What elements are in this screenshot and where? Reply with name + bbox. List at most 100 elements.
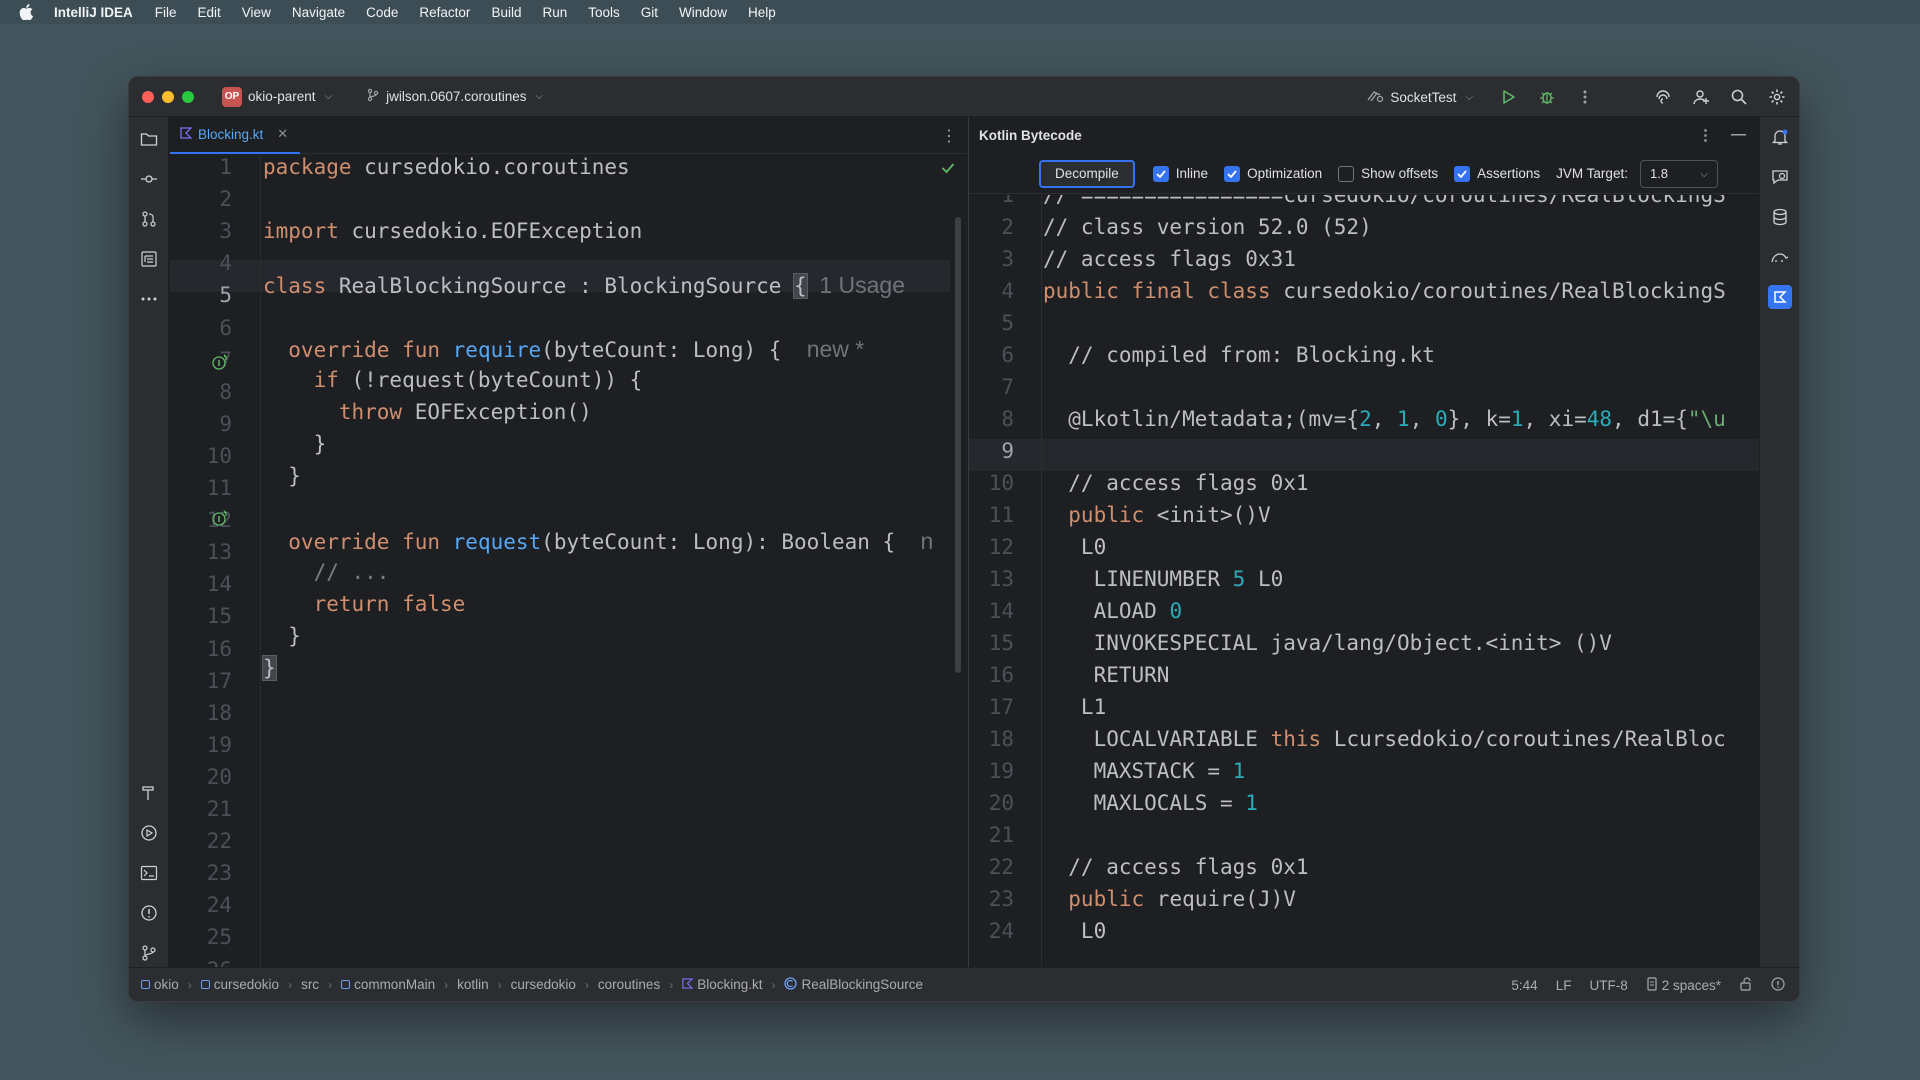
more-actions-icon[interactable]	[1575, 87, 1595, 107]
line-number[interactable]: 3	[170, 219, 232, 243]
inspections-icon[interactable]	[1771, 976, 1785, 994]
line-number[interactable]: 22	[170, 829, 232, 853]
menu-build[interactable]: Build	[491, 5, 521, 20]
optimization-checkbox[interactable]: Optimization	[1224, 165, 1322, 182]
line-number[interactable]: 4	[170, 251, 232, 275]
line-number[interactable]: 4	[969, 279, 1014, 303]
menu-help[interactable]: Help	[748, 5, 776, 20]
search-icon[interactable]	[1729, 87, 1749, 107]
kotlin-bytecode-icon[interactable]	[1768, 285, 1792, 309]
line-number[interactable]: 8	[170, 380, 232, 404]
line-number[interactable]: 14	[969, 599, 1014, 623]
line-number[interactable]: 15	[170, 604, 232, 628]
indent-widget[interactable]: 2 spaces*	[1646, 976, 1721, 994]
pull-requests-icon[interactable]	[139, 209, 159, 229]
line-number[interactable]: 18	[969, 727, 1014, 751]
line-number[interactable]: 2	[969, 215, 1014, 239]
line-number[interactable]: 18	[170, 701, 232, 725]
breadcrumb-item-kotlin[interactable]: kotlin	[457, 977, 489, 992]
caret-position[interactable]: 5:44	[1511, 978, 1537, 993]
editor-tab-blocking-kt[interactable]: Blocking.kt ✕	[170, 117, 301, 154]
git-icon[interactable]	[139, 943, 159, 963]
apple-icon[interactable]	[16, 2, 36, 22]
line-number[interactable]: 5	[969, 311, 1014, 335]
usages-inlay-hint[interactable]: 1 Usage	[819, 272, 905, 298]
line-number[interactable]: 20	[969, 791, 1014, 815]
line-number[interactable]: 9	[969, 439, 1014, 463]
line-number[interactable]: 19	[170, 733, 232, 757]
debug-icon[interactable]	[1537, 87, 1557, 107]
minimize-icon[interactable]: —	[1731, 126, 1746, 144]
line-number[interactable]: 8	[969, 407, 1014, 431]
line-number[interactable]: 13	[969, 567, 1014, 591]
branch-selector[interactable]: jwilson.0607.coroutines ⌵	[366, 88, 543, 105]
line-number[interactable]: 12	[969, 535, 1014, 559]
breadcrumb-item-okio[interactable]: okio	[141, 977, 179, 992]
line-separator[interactable]: LF	[1556, 978, 1572, 993]
show-offsets-checkbox[interactable]: Show offsets	[1338, 165, 1438, 182]
line-number[interactable]: 1	[969, 195, 1014, 207]
line-number[interactable]: 21	[969, 823, 1014, 847]
project-folder-icon[interactable]	[139, 129, 159, 149]
close-window-button[interactable]	[142, 90, 154, 103]
problems-icon[interactable]	[139, 903, 159, 923]
zoom-window-button[interactable]	[182, 90, 194, 103]
services-icon[interactable]	[139, 823, 159, 843]
line-number[interactable]: 5	[170, 283, 232, 307]
line-number[interactable]: 16	[969, 663, 1014, 687]
notifications-icon[interactable]	[1768, 125, 1792, 149]
menu-edit[interactable]: Edit	[198, 5, 221, 20]
line-number[interactable]: 23	[969, 887, 1014, 911]
file-encoding[interactable]: UTF-8	[1589, 978, 1627, 993]
app-name-menu[interactable]: IntelliJ IDEA	[54, 5, 133, 20]
line-number[interactable]: 24	[969, 919, 1014, 943]
line-number[interactable]: 2	[170, 187, 232, 211]
line-number[interactable]: 6	[170, 316, 232, 340]
vertical-scrollbar[interactable]	[955, 217, 961, 673]
menu-view[interactable]: View	[242, 5, 271, 20]
options-icon[interactable]: ⋮	[1698, 126, 1713, 144]
close-tab-icon[interactable]: ✕	[277, 126, 288, 142]
ai-assistant-icon[interactable]	[1653, 87, 1673, 107]
line-number[interactable]: 21	[170, 797, 232, 821]
line-number[interactable]: 10	[170, 444, 232, 468]
menu-tools[interactable]: Tools	[588, 5, 620, 20]
line-number[interactable]: 25	[170, 925, 232, 949]
line-number[interactable]: 6	[969, 343, 1014, 367]
line-number[interactable]: 20	[170, 765, 232, 789]
more-tools-icon[interactable]	[139, 289, 159, 309]
line-number[interactable]: 19	[969, 759, 1014, 783]
commit-icon[interactable]	[139, 169, 159, 189]
line-number[interactable]: 3	[969, 247, 1014, 271]
tab-options-icon[interactable]: ⋮	[941, 126, 957, 146]
author-inlay-hint[interactable]: n	[920, 528, 933, 554]
implements-method-icon[interactable]	[210, 508, 230, 528]
breadcrumb-item-cursedokio[interactable]: cursedokio	[200, 977, 279, 992]
menu-navigate[interactable]: Navigate	[292, 5, 345, 20]
project-selector[interactable]: OP okio-parent ⌵	[222, 86, 332, 107]
menu-refactor[interactable]: Refactor	[419, 5, 470, 20]
code-area[interactable]: 1234567891011121314151617181920212223242…	[170, 155, 967, 969]
line-number[interactable]: 17	[170, 669, 232, 693]
inline-checkbox[interactable]: Inline	[1152, 165, 1208, 182]
line-number[interactable]: 17	[969, 695, 1014, 719]
add-user-icon[interactable]	[1691, 87, 1711, 107]
line-number[interactable]: 23	[170, 861, 232, 885]
build-hammer-icon[interactable]	[139, 783, 159, 803]
breadcrumb-item-commonmain[interactable]: commonMain	[341, 977, 435, 992]
line-number[interactable]: 15	[969, 631, 1014, 655]
jvm-target-select[interactable]: 1.8 ⌵	[1639, 159, 1718, 188]
line-number[interactable]: 22	[969, 855, 1014, 879]
implements-method-icon[interactable]	[210, 352, 230, 372]
breadcrumb-item-file[interactable]: Blocking.kt	[682, 977, 762, 992]
line-number[interactable]: 11	[170, 476, 232, 500]
menu-git[interactable]: Git	[641, 5, 658, 20]
run-config-selector[interactable]: SocketTest ⌵	[1366, 88, 1473, 107]
line-number[interactable]: 10	[969, 471, 1014, 495]
bytecode-code-area[interactable]: 1 2 3 4 5 6 7 8 9 10 11 12 13 14 15 16 17 18 19 20 21 22 23 24 …	[969, 195, 1760, 969]
breadcrumb-item-class[interactable]: RealBlockingSource	[784, 976, 923, 993]
menu-window[interactable]: Window	[679, 5, 727, 20]
assertions-checkbox[interactable]: Assertions	[1454, 165, 1540, 182]
database-icon[interactable]	[1768, 205, 1792, 229]
line-number[interactable]: 14	[170, 572, 232, 596]
